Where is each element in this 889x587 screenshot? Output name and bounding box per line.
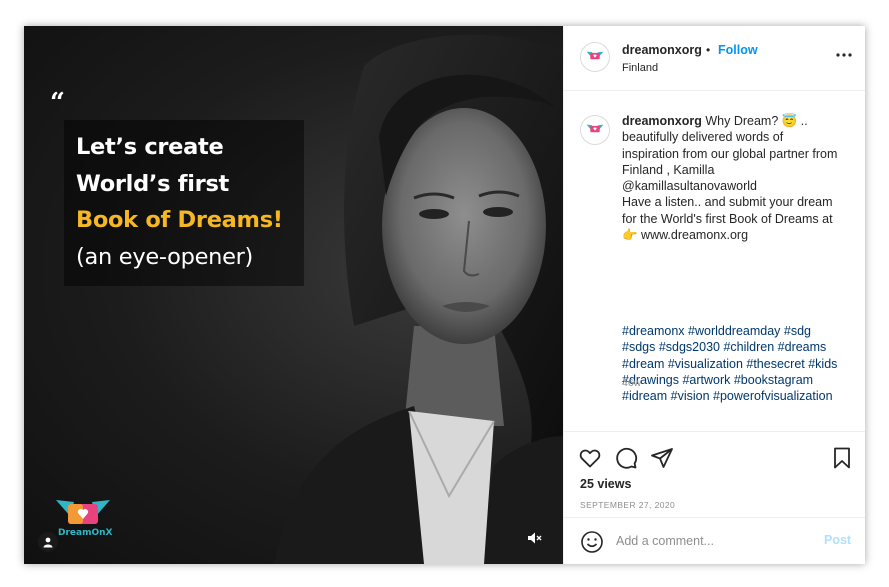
caption-time-ago: 46w [622, 377, 642, 389]
post-comment-button[interactable]: Post [824, 533, 851, 547]
speaker-muted-icon[interactable] [522, 526, 546, 550]
portrait-photo [274, 34, 563, 564]
action-bar: 25 views SEPTEMBER 27, 2020 [564, 431, 865, 511]
logo-text: DreamOnX [58, 528, 113, 538]
heart-icon[interactable] [578, 446, 602, 470]
views-count[interactable]: 25 views [580, 477, 631, 491]
overlay-line-4: (an eye-opener) [76, 244, 254, 270]
person-icon[interactable] [38, 532, 58, 552]
follow-button[interactable]: Follow [718, 43, 758, 57]
separator-dot: • [706, 43, 711, 57]
dreamonx-logo-icon [586, 51, 604, 60]
post-header: dreamonxorg • Follow Finland [564, 26, 865, 91]
caption-body: Why Dream? 😇 .. beautifully delivered wo… [622, 114, 838, 243]
comment-input[interactable] [616, 531, 796, 551]
bookmark-icon[interactable] [830, 446, 854, 470]
share-icon[interactable] [650, 446, 674, 470]
overlay-line-1: Let’s create [76, 134, 224, 160]
avatar[interactable] [580, 42, 610, 72]
header-username[interactable]: dreamonxorg [622, 43, 702, 57]
caption-section: dreamonxorg Why Dream? 😇 .. beautifully … [564, 91, 865, 431]
hashtags[interactable]: #dreamonx #worlddreamday #sdg #sdgs #sdg… [622, 323, 858, 404]
quote-mark: “ [50, 88, 65, 118]
post-side-panel: dreamonxorg • Follow Finland dreamonxorg… [563, 26, 865, 564]
overlay-line-3-highlight: Book of Dreams! [76, 207, 283, 233]
dreamonx-logo-icon [586, 124, 604, 133]
post-date: SEPTEMBER 27, 2020 [580, 500, 676, 510]
post-media[interactable]: “ Let’s create World’s first Book of Dre… [24, 26, 563, 564]
location-link[interactable]: Finland [622, 62, 658, 74]
caption-text: dreamonxorg Why Dream? 😇 .. beautifully … [622, 113, 858, 243]
comment-bar: Post [564, 517, 865, 564]
ellipsis-icon[interactable] [834, 48, 854, 62]
caption-username[interactable]: dreamonxorg [622, 114, 702, 128]
emoji-icon[interactable] [580, 530, 604, 554]
comment-icon[interactable] [614, 446, 638, 470]
avatar[interactable] [580, 115, 610, 145]
instagram-post-modal: “ Let’s create World’s first Book of Dre… [24, 26, 865, 564]
overlay-line-2: World’s first [76, 171, 230, 197]
